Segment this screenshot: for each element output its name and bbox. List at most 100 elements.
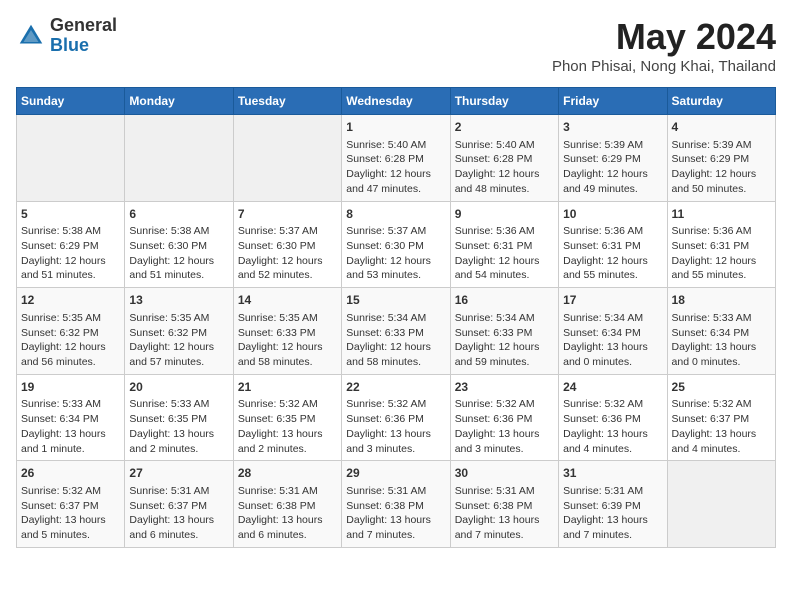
day-info: Sunset: 6:29 PM — [21, 239, 120, 254]
day-info: Sunrise: 5:32 AM — [455, 397, 554, 412]
day-number: 1 — [346, 119, 445, 136]
calendar-week-5: 26Sunrise: 5:32 AMSunset: 6:37 PMDayligh… — [17, 461, 776, 548]
day-info: Daylight: 13 hours — [129, 427, 228, 442]
day-info: and 55 minutes. — [563, 268, 662, 283]
day-number: 8 — [346, 206, 445, 223]
day-info: and 3 minutes. — [455, 442, 554, 457]
logo-general: General — [50, 16, 117, 36]
day-number: 25 — [672, 379, 771, 396]
day-number: 14 — [238, 292, 337, 309]
day-info: Sunset: 6:29 PM — [672, 152, 771, 167]
calendar-week-4: 19Sunrise: 5:33 AMSunset: 6:34 PMDayligh… — [17, 374, 776, 461]
day-info: Sunrise: 5:31 AM — [238, 484, 337, 499]
calendar-cell: 26Sunrise: 5:32 AMSunset: 6:37 PMDayligh… — [17, 461, 125, 548]
day-info: and 4 minutes. — [672, 442, 771, 457]
day-info: Daylight: 12 hours — [21, 340, 120, 355]
day-info: Daylight: 13 hours — [238, 427, 337, 442]
calendar-cell: 9Sunrise: 5:36 AMSunset: 6:31 PMDaylight… — [450, 201, 558, 288]
day-info: Sunrise: 5:32 AM — [563, 397, 662, 412]
calendar-cell: 3Sunrise: 5:39 AMSunset: 6:29 PMDaylight… — [559, 115, 667, 202]
calendar-cell: 23Sunrise: 5:32 AMSunset: 6:36 PMDayligh… — [450, 374, 558, 461]
calendar-cell — [667, 461, 775, 548]
subtitle: Phon Phisai, Nong Khai, Thailand — [552, 58, 776, 75]
day-info: Sunset: 6:34 PM — [563, 326, 662, 341]
day-info: Sunset: 6:38 PM — [238, 499, 337, 514]
day-number: 3 — [563, 119, 662, 136]
calendar-cell: 27Sunrise: 5:31 AMSunset: 6:37 PMDayligh… — [125, 461, 233, 548]
day-info: Sunrise: 5:37 AM — [238, 224, 337, 239]
day-info: Daylight: 13 hours — [21, 513, 120, 528]
calendar-cell: 25Sunrise: 5:32 AMSunset: 6:37 PMDayligh… — [667, 374, 775, 461]
calendar-cell: 28 Sunrise: 5:31 AMSunset: 6:38 PMDayligh… — [233, 461, 341, 548]
day-number: 21 — [238, 379, 337, 396]
day-info: and 7 minutes. — [346, 528, 445, 543]
calendar-cell: 24Sunrise: 5:32 AMSunset: 6:36 PMDayligh… — [559, 374, 667, 461]
day-info: Sunrise: 5:32 AM — [238, 397, 337, 412]
day-info: Sunrise: 5:33 AM — [129, 397, 228, 412]
day-number: 10 — [563, 206, 662, 223]
calendar-cell: 31Sunrise: 5:31 AMSunset: 6:39 PMDayligh… — [559, 461, 667, 548]
day-info: Daylight: 12 hours — [672, 254, 771, 269]
day-info: and 53 minutes. — [346, 268, 445, 283]
day-number: 28 — [238, 465, 337, 482]
day-info: Sunrise: 5:36 AM — [455, 224, 554, 239]
day-info: Sunset: 6:28 PM — [455, 152, 554, 167]
logo-blue: Blue — [50, 36, 117, 56]
day-info: Daylight: 13 hours — [238, 513, 337, 528]
day-info: Daylight: 12 hours — [455, 340, 554, 355]
day-info: Daylight: 12 hours — [129, 340, 228, 355]
day-info: and 4 minutes. — [563, 442, 662, 457]
day-number: 15 — [346, 292, 445, 309]
weekday-header-friday: Friday — [559, 88, 667, 115]
calendar-cell: 2Sunrise: 5:40 AMSunset: 6:28 PMDaylight… — [450, 115, 558, 202]
logo: General Blue — [16, 16, 117, 56]
day-info: and 59 minutes. — [455, 355, 554, 370]
day-info: and 2 minutes. — [238, 442, 337, 457]
day-number: 17 — [563, 292, 662, 309]
day-info: Daylight: 12 hours — [455, 254, 554, 269]
day-info: Sunset: 6:39 PM — [563, 499, 662, 514]
day-info: Daylight: 12 hours — [129, 254, 228, 269]
day-number: 12 — [21, 292, 120, 309]
day-info: Sunrise: 5:36 AM — [672, 224, 771, 239]
day-info: Sunrise: 5:37 AM — [346, 224, 445, 239]
day-info: Sunset: 6:35 PM — [238, 412, 337, 427]
weekday-header-row: SundayMondayTuesdayWednesdayThursdayFrid… — [17, 88, 776, 115]
day-info: Daylight: 13 hours — [563, 340, 662, 355]
day-info: Sunrise: 5:31 AM — [455, 484, 554, 499]
day-info: and 3 minutes. — [346, 442, 445, 457]
day-info: Daylight: 12 hours — [238, 254, 337, 269]
day-info: and 6 minutes. — [129, 528, 228, 543]
day-info: Sunrise: 5:35 AM — [238, 311, 337, 326]
day-info: and 51 minutes. — [21, 268, 120, 283]
day-number: 18 — [672, 292, 771, 309]
main-title: May 2024 — [552, 16, 776, 58]
day-info: Sunrise: 5:35 AM — [21, 311, 120, 326]
day-number: 30 — [455, 465, 554, 482]
day-info: Daylight: 13 hours — [346, 513, 445, 528]
day-info: Sunset: 6:36 PM — [563, 412, 662, 427]
day-info: Daylight: 13 hours — [563, 513, 662, 528]
day-number: 4 — [672, 119, 771, 136]
day-info: Sunrise: 5:40 AM — [346, 138, 445, 153]
day-info: Sunrise: 5:36 AM — [563, 224, 662, 239]
day-info: and 58 minutes. — [346, 355, 445, 370]
day-info: Sunrise: 5:35 AM — [129, 311, 228, 326]
calendar-cell: 30Sunrise: 5:31 AMSunset: 6:38 PMDayligh… — [450, 461, 558, 548]
calendar-cell: 1Sunrise: 5:40 AMSunset: 6:28 PMDaylight… — [342, 115, 450, 202]
calendar-cell: 14Sunrise: 5:35 AMSunset: 6:33 PMDayligh… — [233, 288, 341, 375]
page-header: General Blue May 2024 Phon Phisai, Nong … — [16, 16, 776, 75]
day-info: Sunset: 6:37 PM — [672, 412, 771, 427]
day-number: 13 — [129, 292, 228, 309]
day-number: 22 — [346, 379, 445, 396]
weekday-header-monday: Monday — [125, 88, 233, 115]
day-info: and 56 minutes. — [21, 355, 120, 370]
day-info: Daylight: 12 hours — [672, 167, 771, 182]
day-info: Sunset: 6:36 PM — [455, 412, 554, 427]
day-number: 11 — [672, 206, 771, 223]
day-info: and 47 minutes. — [346, 182, 445, 197]
weekday-header-tuesday: Tuesday — [233, 88, 341, 115]
calendar-cell: 6Sunrise: 5:38 AMSunset: 6:30 PMDaylight… — [125, 201, 233, 288]
calendar-cell: 5Sunrise: 5:38 AMSunset: 6:29 PMDaylight… — [17, 201, 125, 288]
calendar-cell — [233, 115, 341, 202]
